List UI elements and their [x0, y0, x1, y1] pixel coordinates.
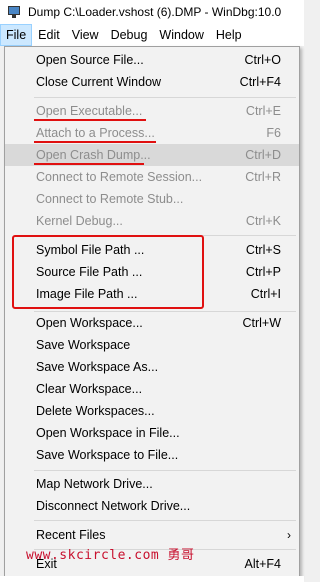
menu-separator — [34, 520, 296, 521]
menu-item-label: Clear Workspace... — [36, 382, 143, 396]
menu-item-label: Open Crash Dump... — [36, 148, 151, 162]
menu-item-shortcut: Ctrl+W — [242, 316, 281, 330]
menu-item-label: Open Workspace in File... — [36, 426, 180, 440]
menu-separator — [34, 97, 296, 98]
menu-bar: File Edit View Debug Window Help — [0, 24, 304, 46]
menu-edit[interactable]: Edit — [32, 24, 66, 46]
menu-item-label: Disconnect Network Drive... — [36, 499, 191, 513]
red-underline-open-crash-dump — [34, 163, 144, 165]
menu-item-label: Map Network Drive... — [36, 477, 153, 491]
menu-item-save-workspace-to-file[interactable]: Save Workspace to File... — [5, 444, 299, 466]
menu-item-label: Save Workspace As... — [36, 360, 159, 374]
file-dropdown-menu: Open Source File... Ctrl+O Close Current… — [4, 46, 300, 578]
menu-item-label: Open Source File... — [36, 53, 144, 67]
menu-item-open-source-file[interactable]: Open Source File... Ctrl+O — [5, 49, 299, 71]
menu-item-shortcut: Ctrl+K — [245, 214, 281, 228]
menu-item-save-workspace-as[interactable]: Save Workspace As... — [5, 356, 299, 378]
menu-item-label: Save Workspace — [36, 338, 131, 352]
menu-item-connect-remote-stub[interactable]: Connect to Remote Stub... — [5, 188, 299, 210]
menu-item-recent-files[interactable]: Recent Files › — [5, 524, 299, 546]
menu-item-disconnect-network-drive[interactable]: Disconnect Network Drive... — [5, 495, 299, 517]
menu-item-shortcut: Ctrl+I — [250, 287, 281, 301]
watermark-text: www.skcircle.com 勇哥 — [26, 548, 195, 563]
menu-item-shortcut: Ctrl+R — [245, 170, 281, 184]
menu-item-label: Kernel Debug... — [36, 214, 123, 228]
menu-view[interactable]: View — [66, 24, 105, 46]
menu-item-clear-workspace[interactable]: Clear Workspace... — [5, 378, 299, 400]
console-background-peek — [0, 576, 304, 582]
menu-item-label: Connect to Remote Stub... — [36, 192, 184, 206]
menu-item-close-current-window[interactable]: Close Current Window Ctrl+F4 — [5, 71, 299, 93]
menu-debug[interactable]: Debug — [105, 24, 154, 46]
menu-file[interactable]: File — [0, 24, 33, 46]
menu-item-label: Delete Workspaces... — [36, 404, 155, 418]
menu-item-label: Close Current Window — [36, 75, 162, 89]
menu-separator — [34, 470, 296, 471]
red-underline-attach-process — [34, 141, 156, 143]
menu-item-shortcut: Ctrl+P — [245, 265, 281, 279]
menu-item-save-workspace[interactable]: Save Workspace — [5, 334, 299, 356]
menu-item-kernel-debug[interactable]: Kernel Debug... Ctrl+K — [5, 210, 299, 232]
menu-help[interactable]: Help — [210, 24, 248, 46]
menu-item-shortcut: Ctrl+F4 — [239, 75, 281, 89]
menu-item-open-workspace[interactable]: Open Workspace... Ctrl+W — [5, 312, 299, 334]
menu-item-shortcut: F6 — [266, 126, 281, 140]
menu-item-shortcut: Alt+F4 — [244, 557, 281, 571]
menu-item-shortcut: Ctrl+D — [245, 148, 281, 162]
menu-item-label: Connect to Remote Session... — [36, 170, 203, 184]
menu-item-label: Open Workspace... — [36, 316, 143, 330]
menu-item-shortcut: Ctrl+E — [245, 104, 281, 118]
red-highlight-box-file-paths — [12, 235, 204, 309]
window-title: Dump C:\Loader.vshost (6).DMP - WinDbg:1… — [28, 5, 282, 19]
menu-item-shortcut: Ctrl+O — [244, 53, 281, 67]
menu-item-label: Open Executable... — [36, 104, 143, 118]
window-title-bar: Dump C:\Loader.vshost (6).DMP - WinDbg:1… — [0, 0, 304, 24]
menu-item-connect-remote-session[interactable]: Connect to Remote Session... Ctrl+R — [5, 166, 299, 188]
submenu-arrow-icon: › — [287, 528, 291, 542]
menu-item-label: Recent Files — [36, 528, 106, 542]
menu-item-label: Save Workspace to File... — [36, 448, 179, 462]
menu-window[interactable]: Window — [153, 24, 209, 46]
menu-item-map-network-drive[interactable]: Map Network Drive... — [5, 473, 299, 495]
menu-item-shortcut: Ctrl+S — [245, 243, 281, 257]
menu-item-label: Attach to a Process... — [36, 126, 155, 140]
red-underline-open-executable — [34, 119, 146, 121]
windbg-app-icon — [8, 5, 22, 19]
menu-item-open-workspace-in-file[interactable]: Open Workspace in File... — [5, 422, 299, 444]
menu-item-delete-workspaces[interactable]: Delete Workspaces... — [5, 400, 299, 422]
